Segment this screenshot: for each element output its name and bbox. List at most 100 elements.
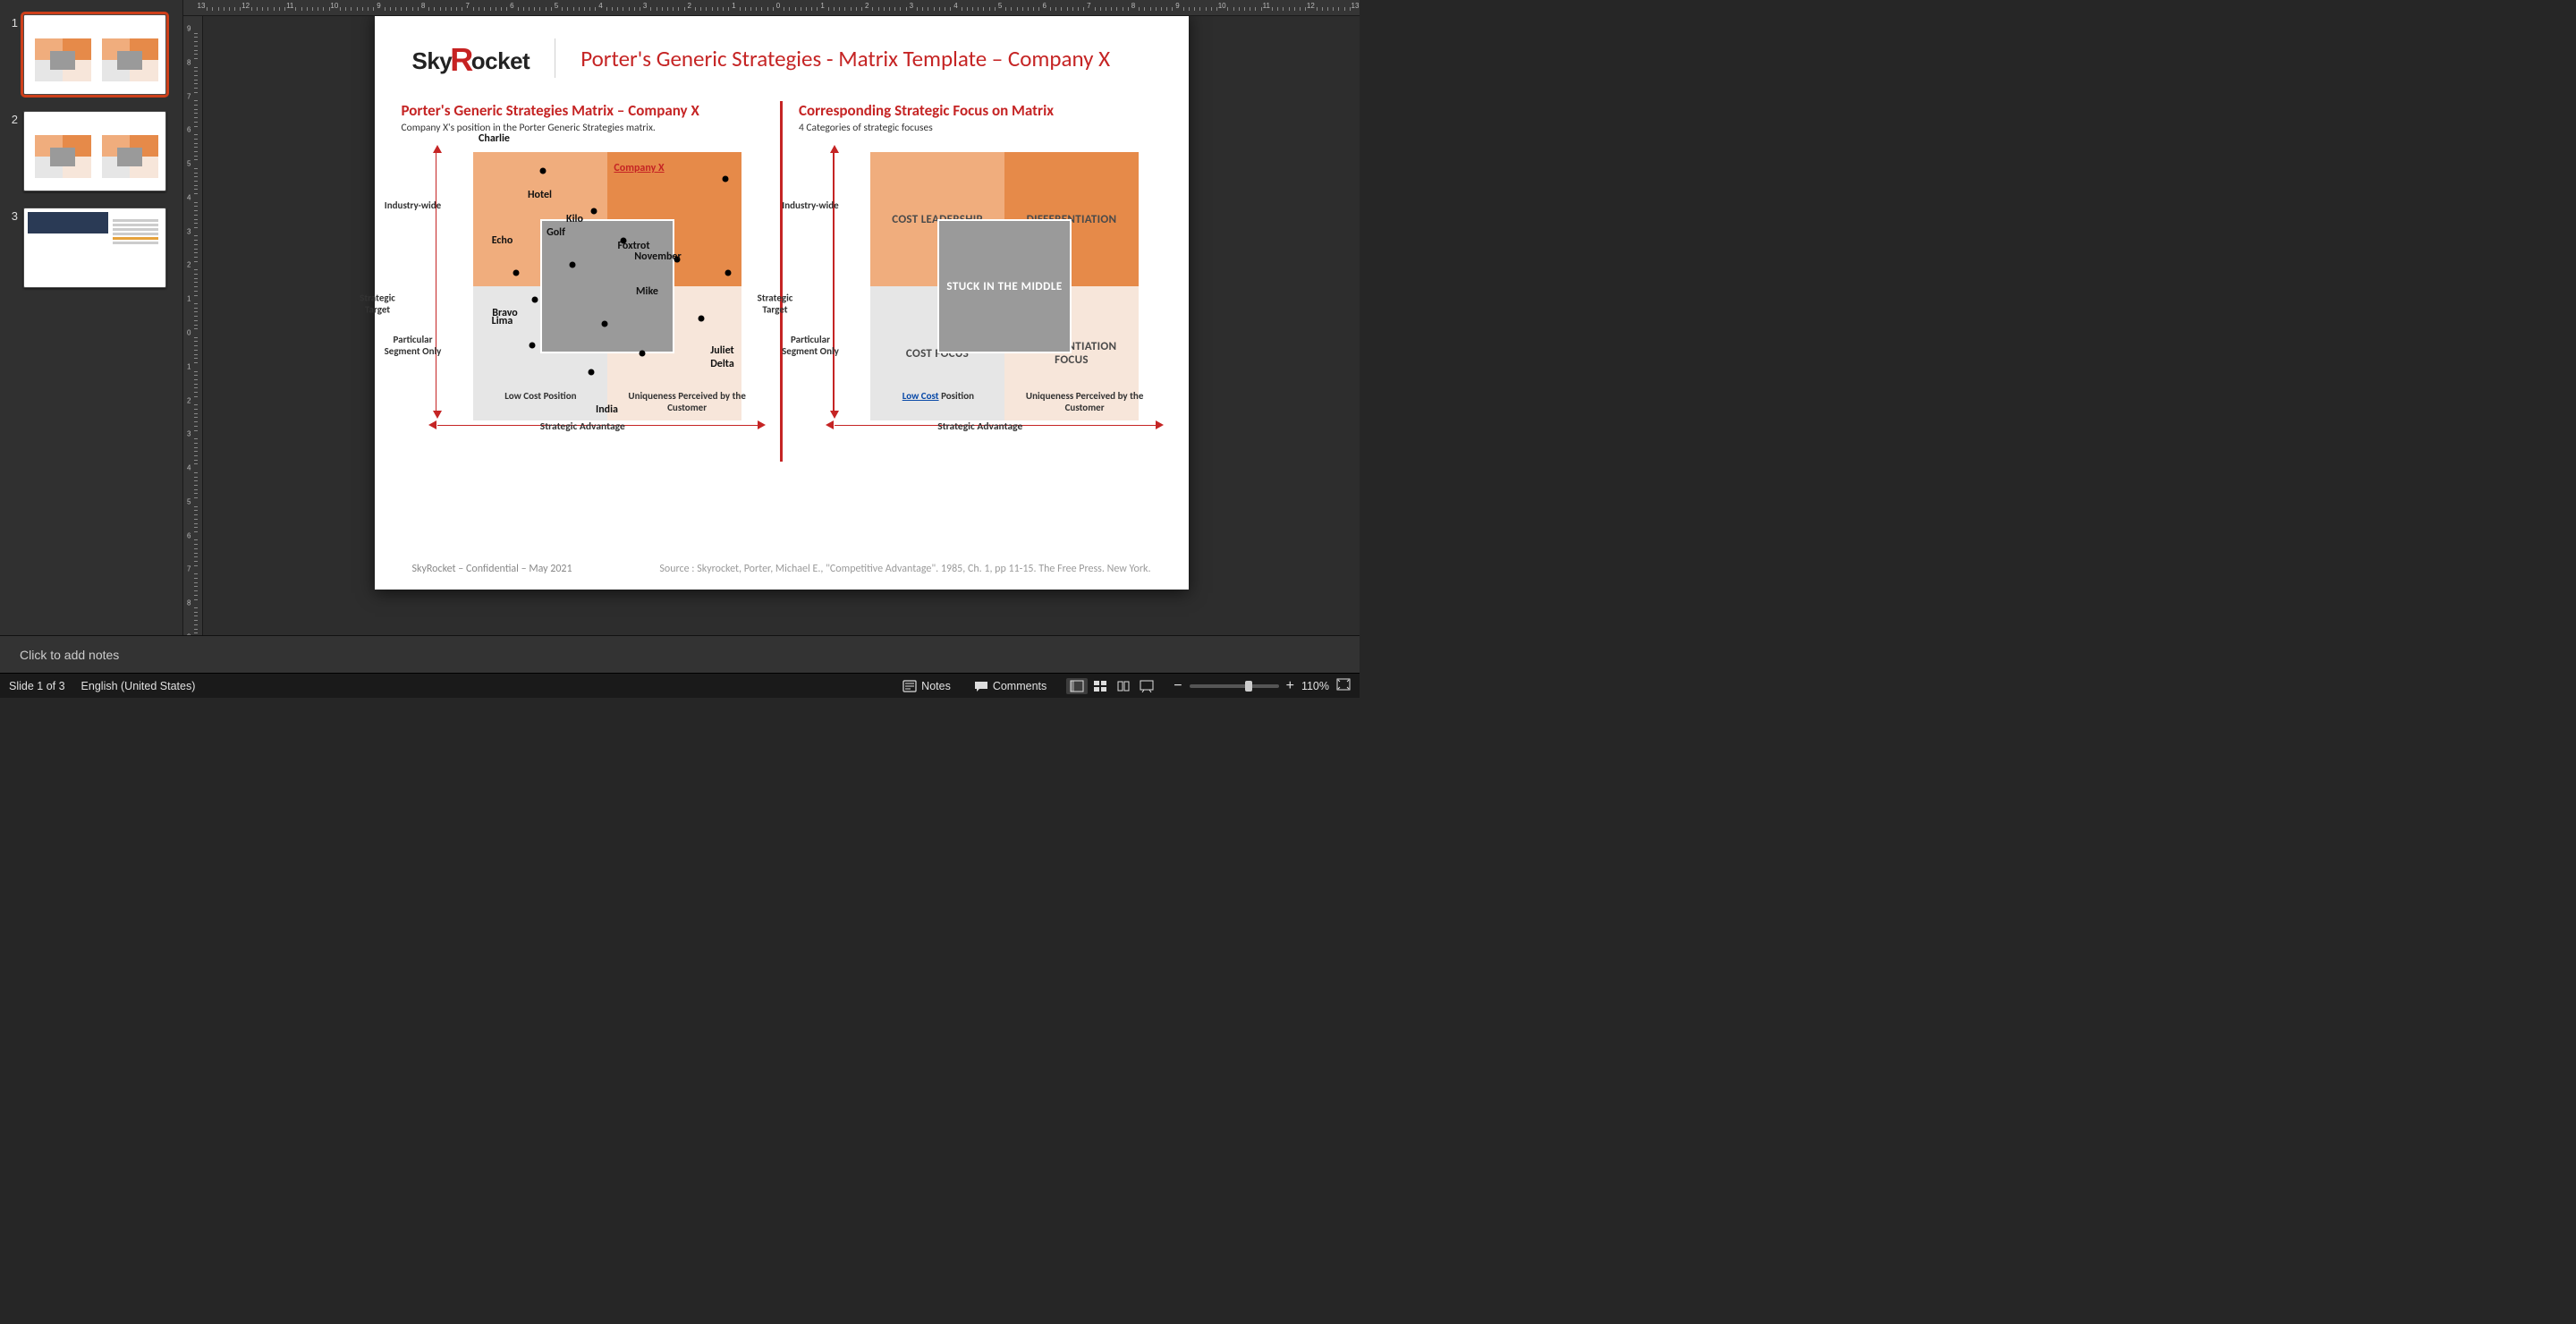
company-point (529, 343, 535, 349)
arrow-left-icon (826, 420, 834, 429)
company-label: November (634, 250, 681, 263)
company-point (531, 297, 538, 303)
slide-body: Porter's Generic Strategies Matrix – Com… (375, 85, 1189, 462)
slide-stage[interactable]: Sky R ocket Porter's Generic Strategies … (203, 16, 1360, 635)
slide-thumbnail-1[interactable] (23, 14, 166, 95)
porter-matrix-left: CharlieHotelCompany XKiloEchoGolfFoxtrot… (473, 152, 741, 420)
comments-button[interactable]: Comments (970, 678, 1050, 694)
thumb-number: 2 (7, 111, 23, 126)
slideshow-icon (1140, 680, 1154, 692)
company-label: Golf (547, 226, 565, 239)
right-title: Corresponding Strategic Focus on Matrix (799, 101, 1162, 120)
y-label-top: Industry-wide (382, 200, 445, 212)
company-point (590, 208, 597, 215)
sorter-icon (1093, 680, 1107, 692)
normal-view-button[interactable] (1066, 678, 1088, 694)
slide-title: Porter's Generic Strategies - Matrix Tem… (580, 45, 1110, 72)
company-point (513, 270, 519, 276)
company-label: Mike (636, 285, 658, 298)
zoom-controls: − + 110% (1174, 678, 1351, 694)
notes-pane[interactable]: Click to add notes (0, 635, 1360, 673)
skyrocket-logo: Sky R ocket (412, 39, 530, 77)
arrow-left-icon (428, 420, 436, 429)
notes-button[interactable]: Notes (899, 678, 954, 694)
main-area: 1 2 3 (0, 0, 1360, 635)
company-label: Juliet (710, 344, 733, 357)
notes-placeholder: Click to add notes (20, 648, 119, 662)
status-bar: Slide 1 of 3 English (United States) Not… (0, 673, 1360, 698)
porter-matrix-right: COST LEADERSHIP DIFFERENTIATION COST FOC… (870, 152, 1139, 420)
y-axis-title: Strategic Target (353, 293, 402, 316)
company-point (539, 168, 546, 174)
footer-source: Source : Skyrocket, Porter, Michael E., … (659, 563, 1150, 575)
company-label: Charlie (479, 132, 510, 145)
app-root: 1 2 3 (0, 0, 1360, 698)
language-indicator[interactable]: English (United States) (81, 680, 196, 692)
fit-to-window-button[interactable] (1336, 678, 1351, 693)
arrow-down-icon (433, 411, 442, 419)
slide-canvas[interactable]: Sky R ocket Porter's Generic Strategies … (375, 16, 1189, 590)
reading-icon (1116, 680, 1131, 692)
slide-header: Sky R ocket Porter's Generic Strategies … (375, 16, 1189, 85)
x-label-left: Low Cost Position (468, 391, 614, 413)
stuck-in-middle: STUCK IN THE MIDDLE (937, 219, 1072, 353)
slide-counter: Slide 1 of 3 (9, 680, 65, 692)
company-label: Kilo (566, 213, 583, 225)
comments-icon (974, 680, 988, 692)
normal-view-icon (1070, 680, 1084, 692)
company-point (569, 262, 575, 268)
company-point (639, 351, 645, 357)
footer-confidential: SkyRocket – Confidential – May 2021 (412, 563, 572, 575)
y-label-bottom: Particular Segment Only (779, 335, 842, 357)
company-label: Company X (614, 162, 664, 174)
company-point (698, 316, 704, 322)
slide-panel[interactable]: 1 2 3 (0, 0, 183, 635)
left-subtitle: Company X's position in the Porter Gener… (402, 122, 765, 134)
editor-area: 13121110987654321012345678910111213 9876… (183, 0, 1360, 635)
arrow-up-icon (433, 145, 442, 153)
slide-thumbnail-2[interactable] (23, 111, 166, 191)
slide-thumbnail-3[interactable] (23, 208, 166, 288)
zoom-in-button[interactable]: + (1286, 678, 1294, 694)
zoom-out-button[interactable]: − (1174, 678, 1182, 694)
right-column: Corresponding Strategic Focus on Matrix … (799, 101, 1162, 462)
reading-view-button[interactable] (1113, 678, 1134, 694)
company-label: Echo (492, 234, 513, 247)
company-point (601, 321, 607, 327)
fit-icon (1336, 678, 1351, 691)
company-label: Bravo (492, 307, 518, 319)
right-subtitle: 4 Categories of strategic focuses (799, 122, 1162, 134)
vertical-ruler: 9876543210123456789 (183, 16, 203, 635)
arrow-up-icon (830, 145, 839, 153)
zoom-percent[interactable]: 110% (1301, 680, 1329, 692)
arrow-right-icon (1156, 420, 1164, 429)
company-point (722, 176, 728, 182)
left-title: Porter's Generic Strategies Matrix – Com… (402, 101, 765, 120)
x-label-left: Low Cost Position (865, 391, 1012, 413)
horizontal-ruler: 13121110987654321012345678910111213 (183, 0, 1360, 16)
y-label-bottom: Particular Segment Only (382, 335, 445, 357)
arrow-right-icon (758, 420, 766, 429)
thumb-row-2: 2 (7, 111, 172, 191)
notes-icon (902, 680, 917, 692)
y-axis-title: Strategic Target (750, 293, 800, 316)
company-point (588, 369, 594, 376)
slide-sorter-button[interactable] (1089, 678, 1111, 694)
thumb-number: 1 (7, 14, 23, 30)
company-label: Delta (710, 358, 734, 370)
zoom-slider[interactable] (1190, 684, 1279, 688)
view-buttons (1066, 678, 1157, 694)
x-label-right: Uniqueness Perceived by the Customer (614, 391, 760, 413)
slideshow-button[interactable] (1136, 678, 1157, 694)
y-label-top: Industry-wide (779, 200, 842, 212)
arrow-down-icon (830, 411, 839, 419)
thumb-row-1: 1 (7, 14, 172, 95)
thumb-number: 3 (7, 208, 23, 223)
left-matrix-wrap: Strategic Target Industry-wide Particula… (402, 147, 765, 462)
thumb-row-3: 3 (7, 208, 172, 288)
stage-row: 9876543210123456789 Sky R ocket (183, 16, 1360, 635)
left-column: Porter's Generic Strategies Matrix – Com… (402, 101, 765, 462)
company-label: Hotel (528, 189, 552, 201)
company-point (724, 270, 731, 276)
x-axis-title-right: Strategic Advantage (937, 420, 1022, 433)
